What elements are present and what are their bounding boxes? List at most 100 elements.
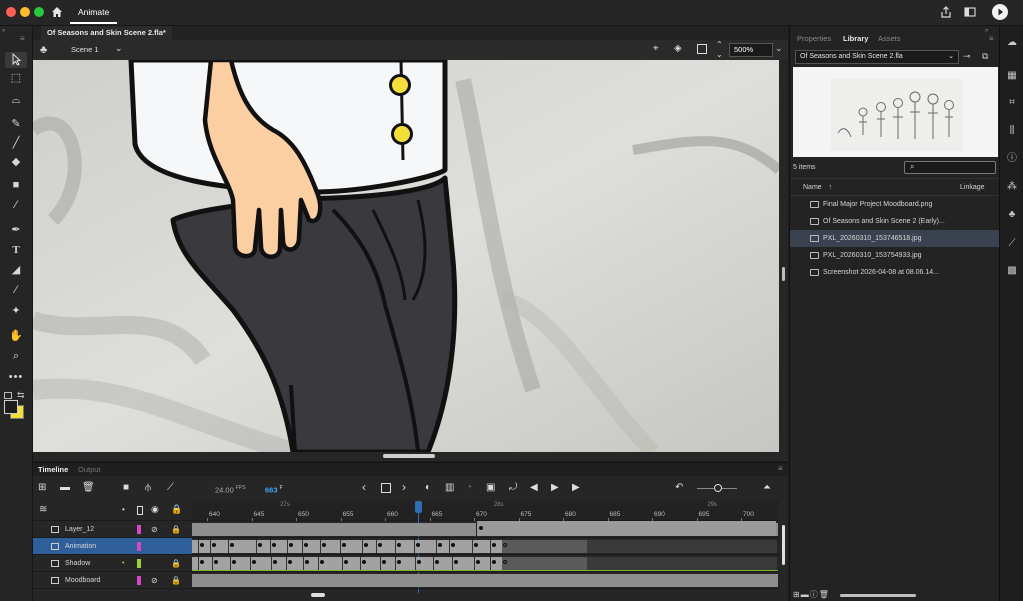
- keyframe[interactable]: [304, 543, 308, 547]
- new-layer-icon[interactable]: ⊞: [38, 482, 46, 493]
- frame-span-icon[interactable]: ▣: [486, 482, 495, 493]
- layer-parenting-icon[interactable]: ⫛: [145, 482, 151, 493]
- layer-row[interactable]: Layer_12 ⊘ 🔒: [33, 521, 192, 538]
- stage-canvas[interactable]: [33, 60, 779, 452]
- color-icon[interactable]: ⁂: [1005, 180, 1019, 194]
- column-name-header[interactable]: Name ↑: [803, 184, 832, 191]
- panel-menu-icon[interactable]: ≡: [20, 34, 25, 43]
- keyframe[interactable]: [479, 526, 483, 530]
- center-stage-icon[interactable]: ⌖: [653, 43, 659, 54]
- collapse-timeline-icon[interactable]: ⏶: [763, 482, 771, 493]
- default-colors-icon[interactable]: [4, 392, 12, 399]
- camera-icon[interactable]: ■: [123, 482, 129, 493]
- lock-icon[interactable]: 🔒: [171, 521, 181, 538]
- keyframe[interactable]: [305, 560, 309, 564]
- frame-span[interactable]: [192, 540, 502, 553]
- lock-icon[interactable]: 🔒: [171, 555, 181, 572]
- keyframe[interactable]: [342, 543, 346, 547]
- loop-icon[interactable]: ⤾: [509, 482, 517, 493]
- tab-assets[interactable]: Assets: [878, 34, 901, 43]
- eyedropper-tool-icon[interactable]: ⁄: [5, 282, 27, 298]
- timeline-horizontal-scroll-thumb[interactable]: [311, 593, 325, 597]
- scene-label[interactable]: Scene 1: [71, 45, 99, 54]
- pin-library-icon[interactable]: ⊸: [963, 51, 971, 62]
- keyframe[interactable]: [214, 560, 218, 564]
- library-item[interactable]: PXL_20260310_153754933.jpg: [790, 247, 1000, 264]
- paint-bucket-tool-icon[interactable]: ◢: [5, 262, 27, 278]
- keyframe[interactable]: [416, 543, 420, 547]
- libraries-icon[interactable]: ☁: [1005, 36, 1019, 50]
- library-item[interactable]: Of Seasons and Skin Scene 2 (Early)...: [790, 213, 1000, 230]
- zoom-stepper-icon[interactable]: ⌃ ⌄: [716, 40, 723, 60]
- highlight-dot-icon[interactable]: •: [122, 505, 125, 514]
- column-linkage-header[interactable]: Linkage: [960, 184, 985, 191]
- scene-icon[interactable]: ♣: [40, 44, 52, 56]
- collapse-panel-icon[interactable]: »: [985, 28, 988, 34]
- pin-tool-icon[interactable]: ✦: [5, 303, 27, 319]
- keyframe[interactable]: [364, 543, 368, 547]
- visibility-icon[interactable]: ⊘: [151, 572, 158, 589]
- keyframe[interactable]: [200, 560, 204, 564]
- keyframe[interactable]: [435, 560, 439, 564]
- frame-span[interactable]: [192, 574, 778, 587]
- pen-tool-icon[interactable]: ✒: [5, 222, 27, 238]
- visibility-icon[interactable]: ⊘: [151, 521, 158, 538]
- stroke-color-swatch[interactable]: [4, 400, 18, 414]
- keyframe[interactable]: [289, 543, 293, 547]
- close-window-button[interactable]: [6, 7, 16, 17]
- more-tools-icon[interactable]: •••: [5, 369, 27, 385]
- panel-resize-bar[interactable]: [33, 452, 788, 461]
- layer-row[interactable]: Moodboard ⊘ 🔒: [33, 572, 192, 589]
- step-forward-icon[interactable]: ▶: [572, 482, 580, 493]
- swap-colors-icon[interactable]: ⇆: [17, 390, 25, 401]
- frame-row[interactable]: [192, 538, 779, 555]
- zoom-input[interactable]: 500%: [729, 43, 773, 57]
- play-icon[interactable]: ▶: [551, 482, 559, 493]
- lasso-tool-icon[interactable]: ⌓: [5, 92, 27, 108]
- keyframe[interactable]: [258, 543, 262, 547]
- keyframe[interactable]: [492, 560, 496, 564]
- library-item[interactable]: Final Major Project Moodboard.png: [790, 196, 1000, 213]
- app-tab-animate[interactable]: Animate: [70, 0, 118, 24]
- library-scroll-thumb[interactable]: [840, 594, 916, 597]
- line-tool-icon[interactable]: ⁄: [5, 197, 27, 213]
- keyframe[interactable]: [322, 543, 326, 547]
- minimize-window-button[interactable]: [20, 7, 30, 17]
- keyframe[interactable]: [397, 560, 401, 564]
- frame-span[interactable]: [502, 540, 587, 553]
- tab-output[interactable]: Output: [78, 465, 101, 474]
- library-search-input[interactable]: ⌕: [904, 161, 996, 174]
- step-back-icon[interactable]: ◀: [530, 482, 538, 493]
- home-icon[interactable]: [50, 5, 64, 19]
- frame-span[interactable]: [476, 521, 776, 536]
- library-footer-icons[interactable]: ⊞▬ⓘ🗑: [793, 589, 830, 600]
- zoom-dropdown-chevron-icon[interactable]: ⌄: [775, 43, 783, 54]
- delete-layer-icon[interactable]: 🗑: [82, 482, 95, 493]
- fit-frames-icon[interactable]: ↶: [675, 482, 683, 493]
- stage-vertical-scrollbar[interactable]: [779, 60, 788, 452]
- keyframe[interactable]: [232, 560, 236, 564]
- onion-skin-outlines-icon[interactable]: ▥: [445, 482, 454, 493]
- show-hide-all-icon[interactable]: ◉: [151, 504, 159, 515]
- keyframe[interactable]: [451, 543, 455, 547]
- motion-editor-icon[interactable]: ⟋: [1005, 237, 1019, 251]
- tab-properties[interactable]: Properties: [797, 34, 831, 43]
- timeline-zoom-thumb[interactable]: [714, 484, 722, 492]
- keyframe[interactable]: [273, 560, 277, 564]
- fps-display[interactable]: 24.00 FPS: [215, 485, 246, 495]
- share-icon[interactable]: [940, 6, 952, 18]
- frame-row[interactable]: [192, 521, 779, 538]
- empty-keyframe[interactable]: [503, 560, 507, 564]
- tab-library[interactable]: Library: [843, 34, 868, 43]
- keyframe[interactable]: [492, 543, 496, 547]
- info-icon[interactable]: ⓘ: [1005, 152, 1019, 166]
- frame-row[interactable]: [192, 572, 779, 589]
- panel-menu-icon[interactable]: ≡: [778, 464, 783, 473]
- workspace-layout-icon[interactable]: [964, 6, 976, 18]
- empty-frames[interactable]: [587, 540, 777, 553]
- transform-icon[interactable]: ⌗: [1005, 96, 1019, 110]
- next-keyframe-icon[interactable]: ›: [402, 480, 406, 494]
- tab-timeline[interactable]: Timeline: [38, 465, 68, 474]
- insert-keyframe-icon[interactable]: [381, 483, 391, 493]
- keyframe[interactable]: [362, 560, 366, 564]
